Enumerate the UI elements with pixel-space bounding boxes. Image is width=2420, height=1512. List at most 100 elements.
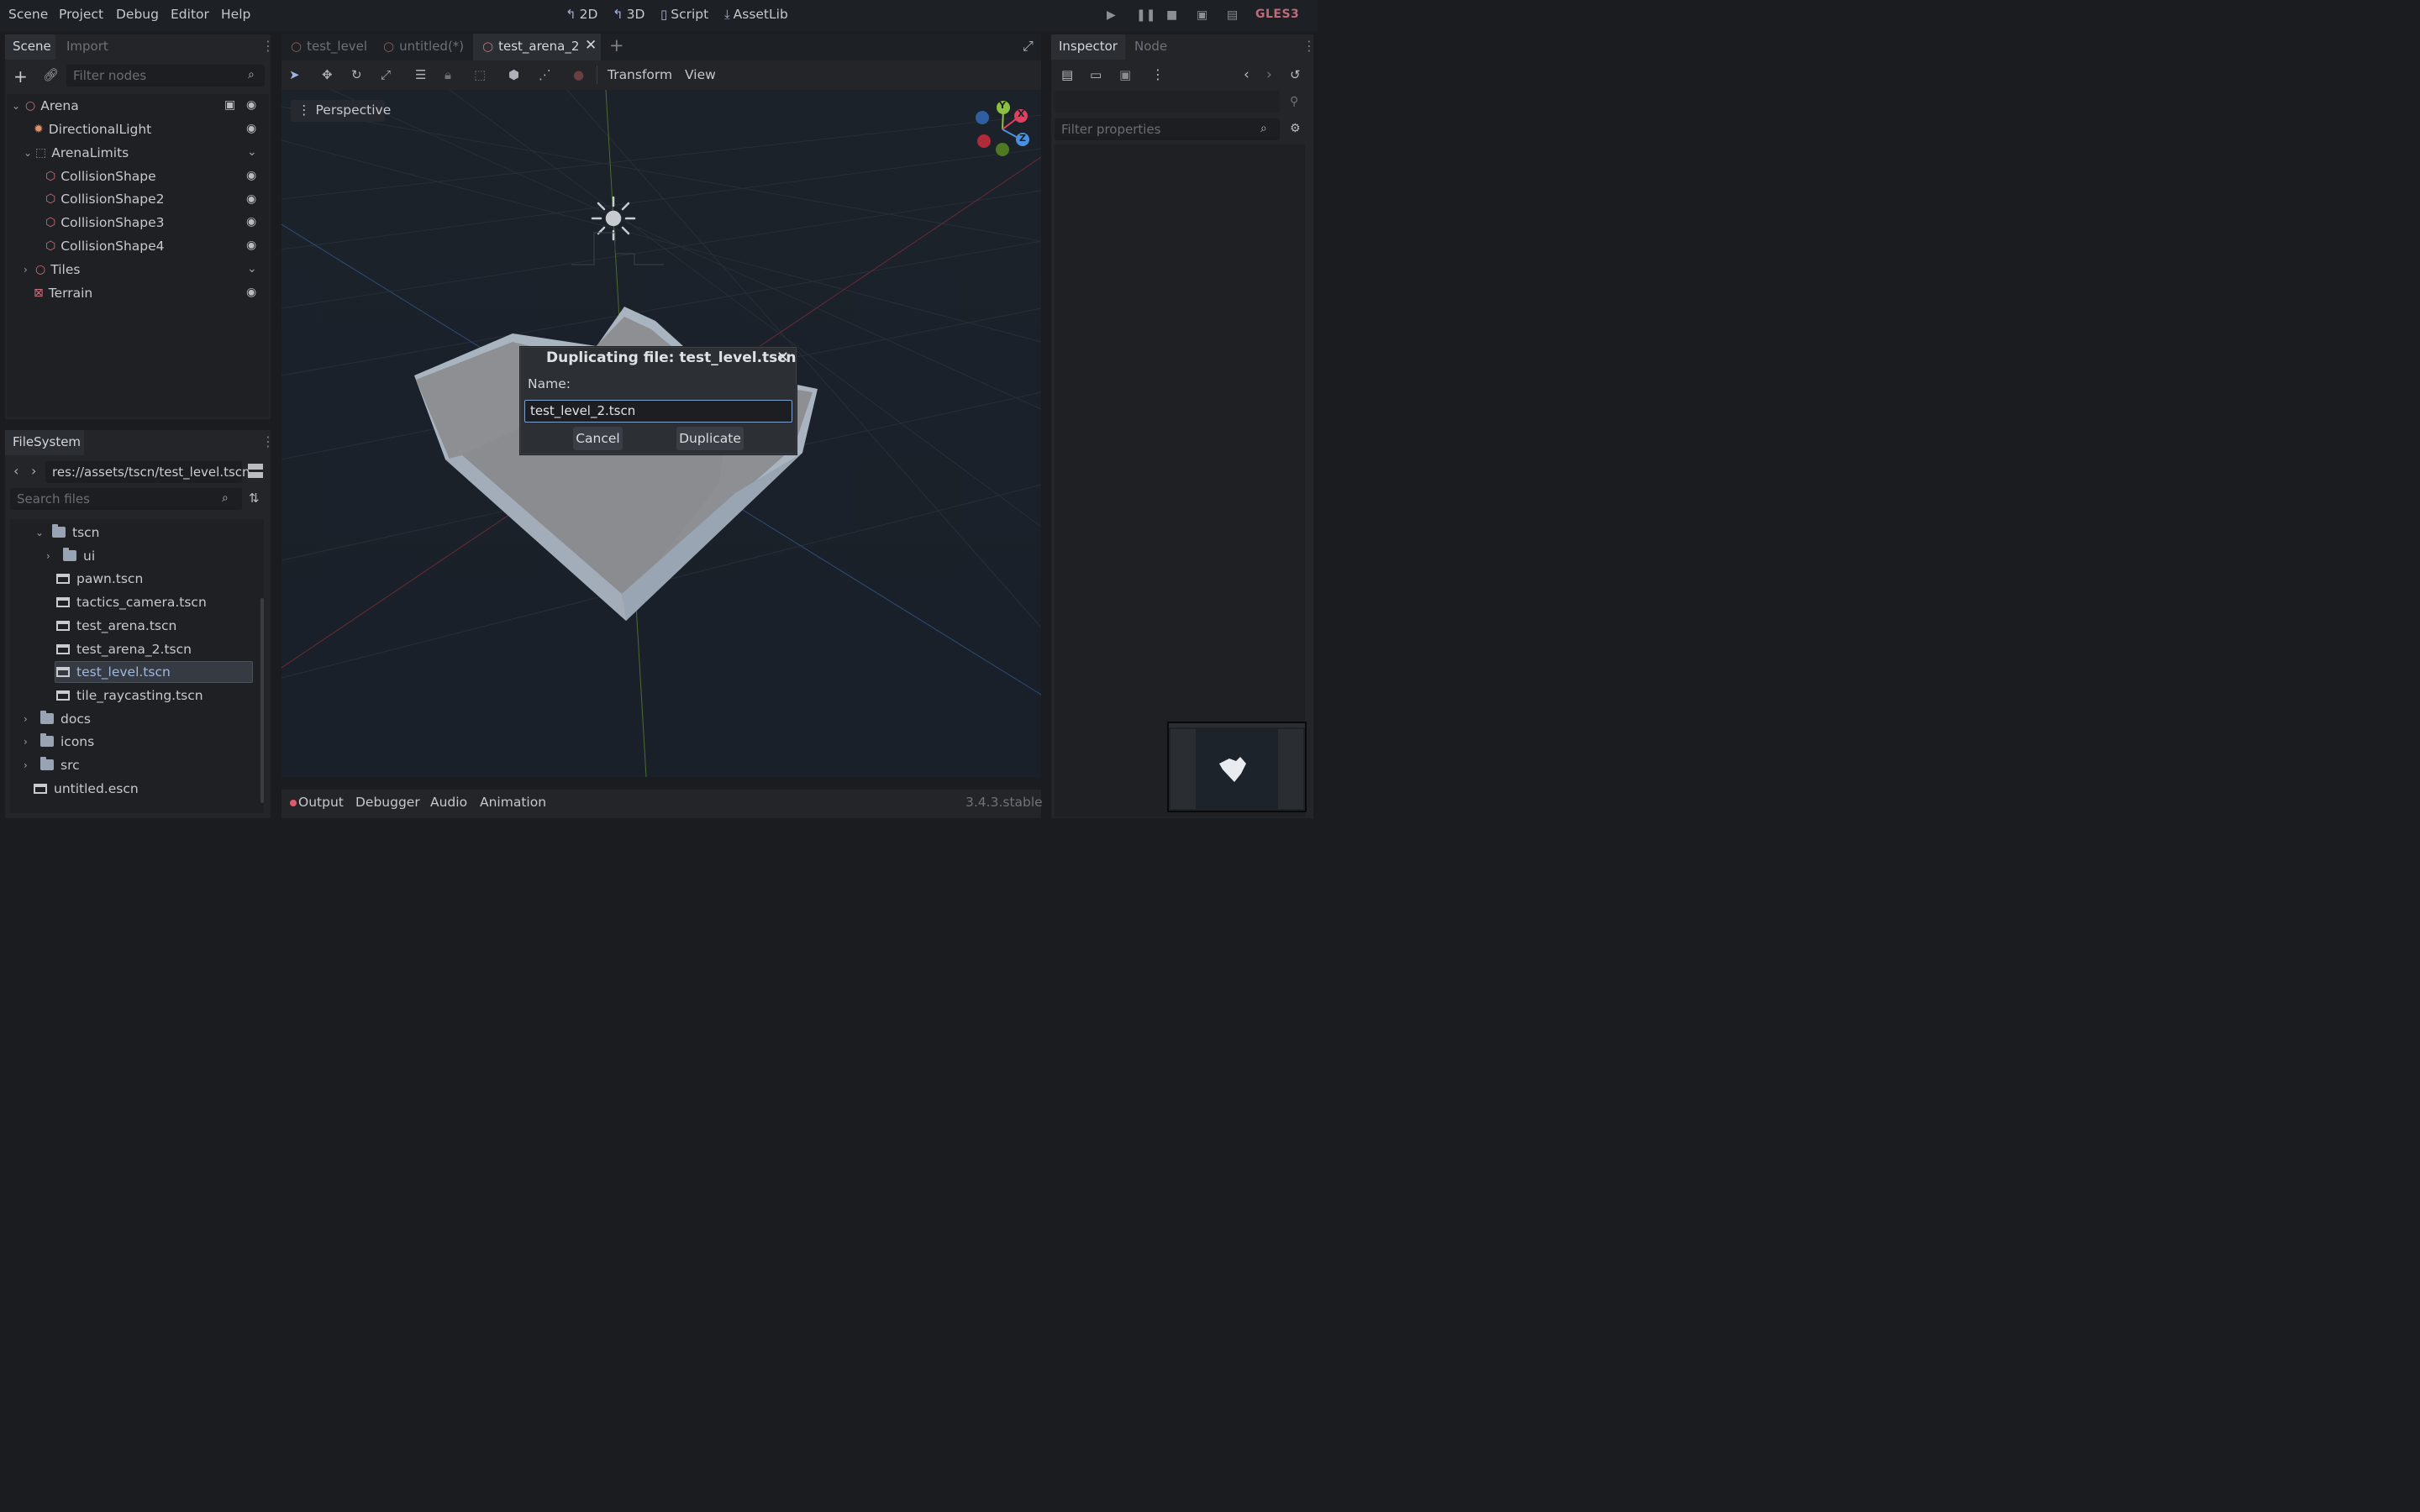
- tab-untitled[interactable]: ○ untitled(*): [383, 39, 464, 54]
- collapse-icon[interactable]: ⌄: [247, 145, 257, 159]
- tab-output[interactable]: Output: [298, 795, 344, 810]
- pause-icon[interactable]: ❚❚: [1136, 8, 1155, 22]
- group-icon[interactable]: ⬚: [474, 67, 486, 82]
- history-icon[interactable]: ↺: [1290, 67, 1301, 82]
- open-folder-icon[interactable]: ▭: [1090, 67, 1102, 82]
- fs-file-tile-raycasting[interactable]: tile_raycasting.tscn: [56, 684, 203, 707]
- scrollbar[interactable]: [260, 598, 264, 803]
- visibility-eye-icon[interactable]: ◉: [246, 122, 256, 135]
- close-tab-icon[interactable]: ✕: [585, 37, 597, 54]
- name-input[interactable]: test_level_2.tscn: [524, 400, 792, 423]
- filesystem-menu-icon[interactable]: ⋮: [261, 433, 275, 449]
- path-field[interactable]: res://assets/tscn/test_level.tscn: [45, 461, 250, 483]
- camera-preview-icon[interactable]: ●: [573, 67, 584, 82]
- local-space-icon[interactable]: ⬢: [508, 67, 519, 82]
- inspector-menu-icon[interactable]: ⋮: [1302, 38, 1316, 54]
- filter-properties-input[interactable]: Filter properties: [1055, 118, 1280, 140]
- visibility-eye-icon[interactable]: ◉: [246, 98, 256, 112]
- fs-folder-src[interactable]: › src: [24, 753, 80, 777]
- settings-icon[interactable]: ⚙︎: [1290, 122, 1301, 135]
- menu-help[interactable]: Help: [221, 7, 250, 22]
- split-view-icon[interactable]: [248, 464, 263, 479]
- history-back-icon[interactable]: ‹: [1244, 66, 1249, 83]
- main-assetlib-button[interactable]: ⤓ AssetLib: [724, 7, 788, 22]
- fs-file-test-level[interactable]: test_level.tscn: [56, 660, 171, 684]
- tree-item-terrain[interactable]: ⊠ Terrain: [34, 281, 92, 305]
- tab-import[interactable]: Import: [66, 39, 108, 54]
- add-tab-icon[interactable]: +: [609, 35, 624, 55]
- main-3d-button[interactable]: ↰ 3D: [613, 7, 644, 22]
- tree-item-tiles[interactable]: › ○ Tiles: [24, 258, 80, 281]
- tree-item-collisionshape2[interactable]: ⬡ CollisionShape2: [45, 187, 165, 211]
- play-custom-scene-icon[interactable]: ▤: [1227, 8, 1238, 22]
- forward-icon[interactable]: ›: [31, 463, 36, 479]
- more-icon[interactable]: ⋮: [1151, 66, 1165, 82]
- link-icon[interactable]: 🔗︎: [43, 67, 59, 82]
- close-icon[interactable]: ✕: [776, 349, 789, 366]
- back-icon[interactable]: ‹: [13, 463, 18, 479]
- sort-icon[interactable]: ⇅: [249, 491, 260, 506]
- menu-debug[interactable]: Debug: [116, 7, 159, 22]
- tab-node[interactable]: Node: [1134, 39, 1167, 54]
- duplicate-button[interactable]: Duplicate: [676, 427, 744, 450]
- visibility-eye-icon[interactable]: ◉: [246, 239, 256, 252]
- lock-icon[interactable]: 🔒︎: [445, 67, 451, 82]
- view-menu[interactable]: View: [685, 67, 716, 82]
- object-properties-icon[interactable]: ⚲: [1290, 95, 1298, 108]
- tree-item-arenalimits[interactable]: ⌄ ⬚ ArenaLimits: [24, 141, 129, 165]
- move-tool-icon[interactable]: ✥: [322, 67, 333, 82]
- tab-test-level[interactable]: ○ test_level: [291, 39, 367, 54]
- object-path-field[interactable]: [1055, 91, 1280, 113]
- fs-file-untitled[interactable]: untitled.escn: [34, 777, 139, 801]
- fs-file-test-arena[interactable]: test_arena.tscn: [56, 614, 176, 638]
- tree-item-arena[interactable]: ⌄ ○ Arena: [12, 94, 79, 118]
- tab-animation[interactable]: Animation: [480, 795, 546, 810]
- fs-folder-tscn[interactable]: ⌄ tscn: [35, 521, 100, 544]
- tab-scene[interactable]: Scene: [13, 39, 51, 54]
- new-resource-icon[interactable]: ▤: [1061, 67, 1073, 82]
- visibility-eye-icon[interactable]: ◉: [246, 192, 256, 206]
- screenshot-thumbnail[interactable]: [1167, 722, 1307, 812]
- fs-folder-docs[interactable]: › docs: [24, 707, 91, 731]
- list-select-icon[interactable]: ☰: [415, 67, 426, 82]
- play-scene-icon[interactable]: ▣: [1197, 8, 1207, 22]
- fs-file-test-arena-2[interactable]: test_arena_2.tscn: [56, 638, 192, 661]
- fs-folder-ui[interactable]: › ui: [46, 544, 95, 568]
- distraction-free-icon[interactable]: ⤢: [1023, 38, 1034, 55]
- visibility-eye-icon[interactable]: ◉: [246, 215, 256, 228]
- fs-file-pawn[interactable]: pawn.tscn: [56, 567, 143, 591]
- transform-menu[interactable]: Transform: [608, 67, 672, 82]
- save-icon[interactable]: ▣: [1119, 67, 1131, 82]
- script-attached-icon[interactable]: ▣: [224, 98, 235, 112]
- perspective-menu[interactable]: ⋮ Perspective: [297, 102, 391, 118]
- search-files-input[interactable]: Search files: [10, 488, 242, 510]
- tab-debugger[interactable]: Debugger: [355, 795, 420, 810]
- visibility-eye-icon[interactable]: ◉: [246, 286, 256, 299]
- select-tool-icon[interactable]: ➤: [289, 67, 300, 82]
- snap-icon[interactable]: ⋰: [539, 67, 551, 82]
- stop-icon[interactable]: ■: [1166, 8, 1177, 22]
- tree-item-collisionshape3[interactable]: ⬡ CollisionShape3: [45, 211, 165, 234]
- tab-test-arena-2[interactable]: ○ test_arena_2: [482, 39, 579, 54]
- filter-nodes-input[interactable]: Filter nodes: [66, 65, 265, 87]
- tab-filesystem[interactable]: FileSystem: [13, 434, 81, 449]
- menu-project[interactable]: Project: [59, 7, 103, 22]
- history-forward-icon[interactable]: ›: [1266, 66, 1272, 83]
- play-icon[interactable]: ▶: [1107, 8, 1116, 22]
- tab-inspector[interactable]: Inspector: [1059, 39, 1118, 54]
- tree-item-directionallight[interactable]: ✹ DirectionalLight: [34, 118, 151, 141]
- tab-audio[interactable]: Audio: [430, 795, 467, 810]
- fs-file-tactics-camera[interactable]: tactics_camera.tscn: [56, 591, 207, 614]
- scene-dock-menu-icon[interactable]: ⋮: [261, 38, 275, 54]
- renderer-selector[interactable]: GLES3: [1255, 8, 1299, 21]
- menu-editor[interactable]: Editor: [171, 7, 209, 22]
- collapse-icon[interactable]: ⌄: [247, 262, 257, 276]
- menu-scene[interactable]: Scene: [8, 7, 48, 22]
- fs-folder-icons[interactable]: › icons: [24, 730, 94, 753]
- add-node-icon[interactable]: +: [13, 66, 28, 87]
- scale-tool-icon[interactable]: ⤢: [381, 67, 391, 82]
- main-script-button[interactable]: ▯ Script: [660, 7, 708, 22]
- visibility-eye-icon[interactable]: ◉: [246, 169, 256, 182]
- tree-item-collisionshape4[interactable]: ⬡ CollisionShape4: [45, 234, 165, 258]
- tree-item-collisionshape[interactable]: ⬡ CollisionShape: [45, 165, 156, 188]
